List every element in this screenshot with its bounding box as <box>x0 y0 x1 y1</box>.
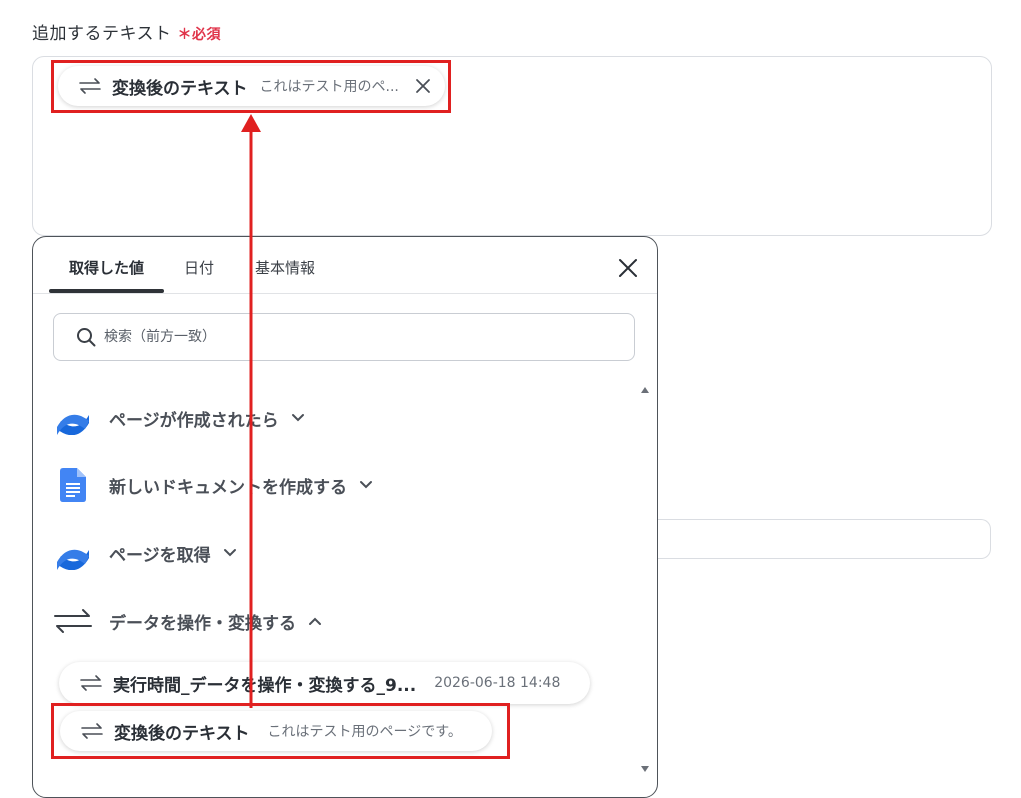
highlight-box-bottom <box>51 703 510 759</box>
item-value: 2026-06-18 14:48 <box>434 675 561 691</box>
required-badge: ＊必須 <box>177 27 221 43</box>
chevron-up-icon <box>309 617 321 625</box>
tab-retrieved-values[interactable]: 取得した値 <box>69 257 144 278</box>
popup-tabs: 取得した値 日付 基本情報 <box>33 237 657 294</box>
chevron-down-icon <box>223 549 236 557</box>
search-box[interactable] <box>53 313 635 361</box>
search-input[interactable] <box>102 328 586 346</box>
field-label: 追加するテキスト ＊必須 <box>32 19 221 44</box>
group-page-created[interactable]: ページが作成されたら <box>53 398 305 438</box>
chevron-down-icon <box>291 414 304 422</box>
scroll-up-icon[interactable] <box>640 386 650 394</box>
group-label: ページを取得 <box>109 545 211 566</box>
field-label-text: 追加するテキスト <box>32 24 172 44</box>
group-label: データを操作・変換する <box>109 613 296 634</box>
close-icon[interactable] <box>617 257 639 279</box>
active-tab-indicator <box>49 289 164 293</box>
list-item[interactable]: 実行時間_データを操作・変換する_9... 2026-06-18 14:48 <box>59 662 591 704</box>
group-create-document[interactable]: 新しいドキュメントを作成する <box>53 465 373 505</box>
highlight-box-top <box>51 60 451 113</box>
tab-date[interactable]: 日付 <box>184 257 214 278</box>
google-docs-icon <box>53 465 93 505</box>
transform-arrows-icon <box>80 675 102 691</box>
confluence-icon <box>53 398 93 438</box>
group-transform-data[interactable]: データを操作・変換する <box>53 601 322 641</box>
annotation-arrow <box>241 114 261 708</box>
confluence-icon <box>53 533 93 573</box>
scroll-down-icon[interactable] <box>640 765 650 773</box>
transform-arrows-icon <box>53 601 93 641</box>
chevron-down-icon <box>360 481 372 489</box>
search-icon <box>77 328 96 347</box>
another-input-field[interactable] <box>640 519 991 559</box>
group-label: 新しいドキュメントを作成する <box>109 477 347 498</box>
group-get-page[interactable]: ページを取得 <box>53 533 237 573</box>
